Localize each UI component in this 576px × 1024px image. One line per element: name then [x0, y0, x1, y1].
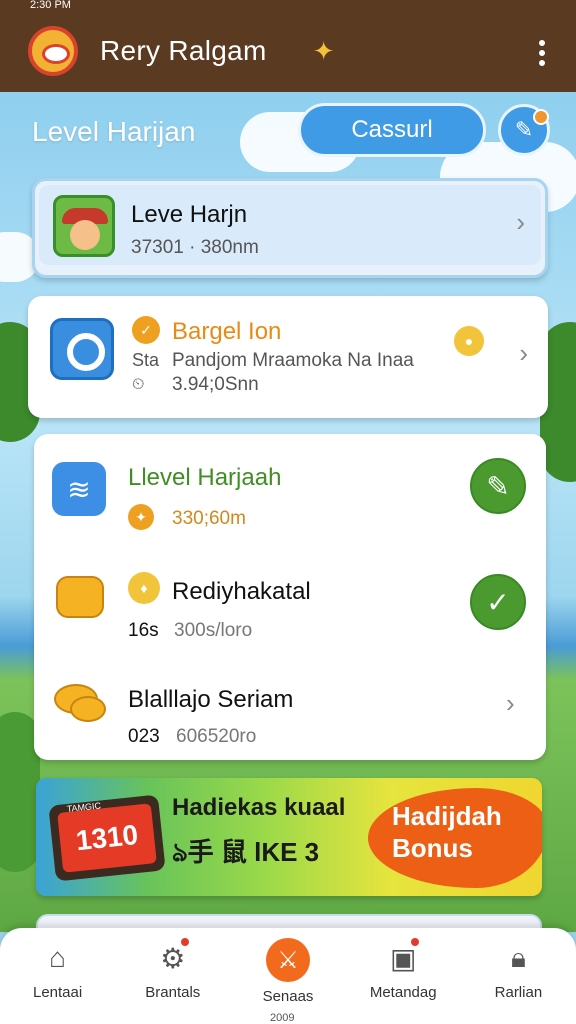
chat-icon: ✎	[514, 117, 534, 142]
nav-label: Brantals	[145, 984, 201, 1001]
chat-button[interactable]: ✎	[498, 104, 550, 156]
bottom-nav: ⌂ Lentaai ⚙ Brantals ⚔ Senaas ▣ Metandag…	[0, 928, 576, 1024]
nav-label: Metandag	[369, 984, 437, 1001]
more-menu-icon[interactable]	[538, 40, 546, 66]
task-prefix: 023	[128, 726, 160, 747]
nav-item-metandag[interactable]: ▣ Metandag	[346, 928, 461, 1024]
home-icon: ⌂	[49, 942, 67, 973]
banner-title: Hadiekas kuaal	[172, 794, 346, 821]
swords-icon: ⚔	[266, 938, 310, 982]
tablet-text: 1310	[74, 818, 140, 857]
lock-icon: 🔒︎	[510, 941, 526, 973]
nav-item-lentaai[interactable]: ⌂ Lentaai	[0, 928, 115, 1024]
task-subtitle: 606520ro	[176, 726, 257, 747]
bonus-banner[interactable]: 1310 TAMGIC Hadiekas kuaal ঌ手 鼠 lKE 3 Ha…	[36, 778, 542, 896]
camera-icon	[50, 318, 114, 380]
nav-item-senaas[interactable]: ⚔ Senaas	[230, 928, 345, 1024]
nav-label: Senaas	[262, 988, 314, 1005]
tasks-card: ≋ Llevel Harjaah ✦ 330;60m ✎ ♦ Rediyhaka…	[34, 434, 546, 760]
level-card-title: Leve Harjn	[131, 201, 248, 228]
nav-item-brantals[interactable]: ⚙ Brantals	[115, 928, 230, 1024]
medal-icon: ✓	[132, 316, 160, 344]
gear-icon: ⚙	[153, 936, 193, 978]
bargain-card-title: Bargel Ion	[172, 318, 282, 345]
chevron-right-icon: ›	[519, 338, 528, 368]
status-bar: 2:30 PM	[0, 0, 576, 10]
banner-subtitle: ঌ手 鼠 lKE 3	[172, 837, 320, 867]
fruit-icon: ●	[454, 326, 484, 356]
tablet-graphic: 1310 TAMGIC	[48, 794, 166, 882]
timer-icon: ⏲	[132, 376, 145, 393]
calendar-icon: ▣	[383, 936, 423, 978]
player-avatar	[53, 195, 115, 257]
app-bar: Rery Ralgam ✦	[0, 10, 576, 92]
treasure-icon	[56, 576, 104, 618]
casual-button[interactable]: Cassurl	[298, 103, 486, 157]
task-title: Llevel Harjaah	[128, 464, 282, 491]
rocket-icon: ✦	[312, 35, 335, 66]
task-subtitle: 330;60m	[172, 508, 246, 529]
task-title: Rediyhakatal	[172, 578, 311, 605]
notification-dot	[533, 109, 549, 125]
bargain-card-prefix: Sta	[132, 350, 160, 370]
bonus-label: Hadijdah Bonus	[392, 801, 502, 863]
section-title: Level Harijan	[32, 116, 196, 147]
app-logo-icon[interactable]	[28, 26, 78, 76]
footer-extra: 2009	[270, 1012, 295, 1024]
coin-icon: ✦	[128, 504, 154, 530]
status-time: 2:30 PM	[30, 0, 71, 10]
stack-icon: ≋	[52, 462, 106, 516]
app-title: Rery Ralgam	[100, 35, 267, 66]
nav-label: Lentaai	[32, 984, 83, 1001]
bargain-card[interactable]: ✓ Bargel Ion Sta Pandjom Mraamoka Na Ina…	[28, 296, 548, 418]
bell-icon: ♦	[128, 572, 160, 604]
task-subtitle: 300s/loro	[174, 620, 253, 641]
chevron-right-icon: ›	[506, 688, 515, 718]
check-icon[interactable]: ✓	[470, 574, 526, 630]
chevron-right-icon: ›	[516, 207, 525, 237]
nav-label: Rarlian	[494, 984, 543, 1001]
bargain-card-line1: Pandjom Mraamoka Na Inaa	[172, 350, 414, 371]
task-prefix: 16s	[128, 620, 159, 641]
level-card-subtitle: 37301 · 380nm	[131, 237, 259, 258]
check-icon[interactable]: ✎	[470, 458, 526, 514]
bargain-card-line2: 3.94;0Snn	[172, 374, 259, 395]
nav-item-rarlian[interactable]: 🔒︎ Rarlian	[461, 928, 576, 1024]
task-title: Blalllajo Seriam	[128, 686, 294, 713]
level-card[interactable]: Leve Harjn 37301 · 380nm ›	[32, 178, 548, 278]
